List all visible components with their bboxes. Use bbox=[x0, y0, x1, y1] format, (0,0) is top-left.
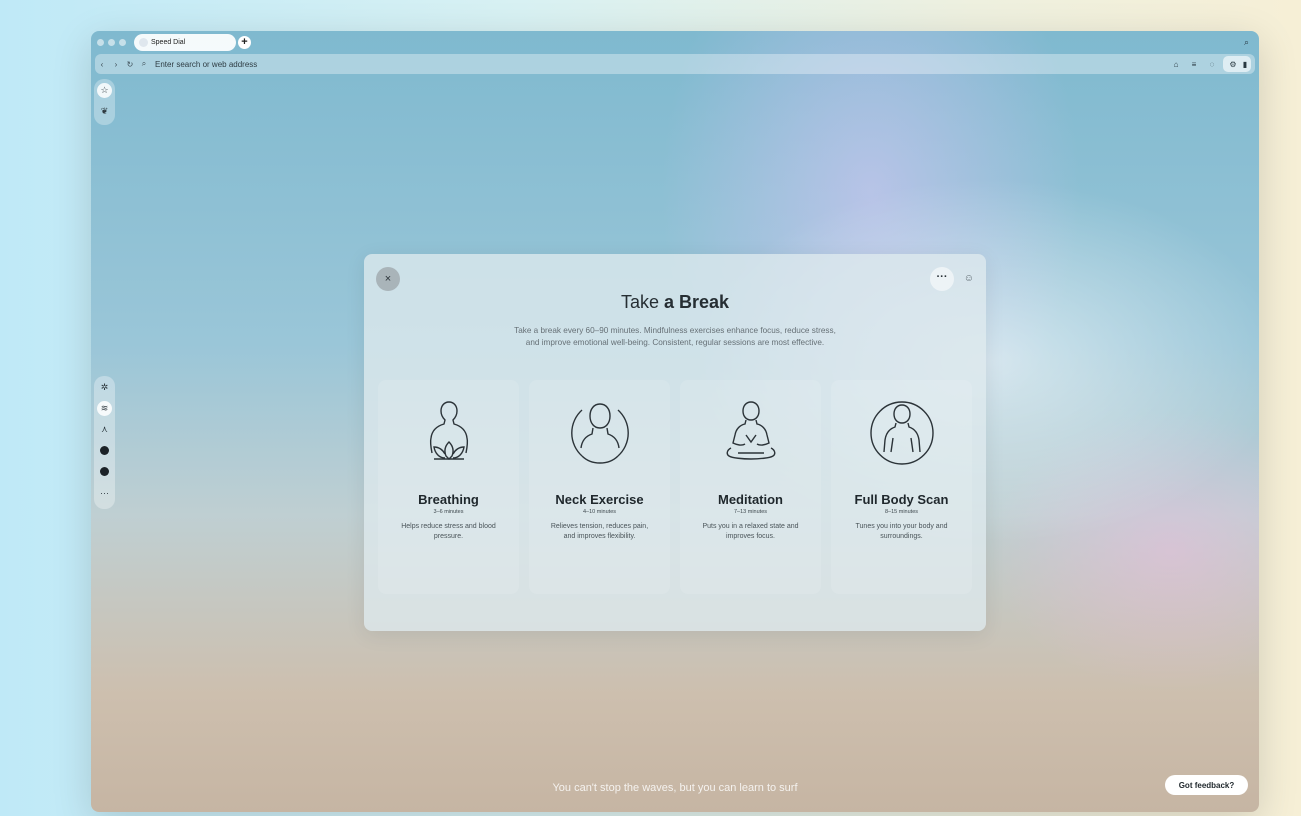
close-button[interactable]: × bbox=[376, 267, 400, 291]
profile-icon[interactable]: ◌ bbox=[1205, 56, 1219, 72]
feedback-button[interactable]: Got feedback? bbox=[1165, 775, 1248, 795]
home-icon[interactable]: ⌂ bbox=[1169, 56, 1183, 72]
address-input[interactable] bbox=[155, 59, 455, 69]
tab-speed-dial[interactable]: Speed Dial bbox=[134, 34, 236, 51]
title-bar: Speed Dial + ⌕ bbox=[91, 31, 1259, 53]
stream-icon[interactable]: ≋ bbox=[97, 401, 112, 416]
body-scan-icon bbox=[869, 401, 934, 465]
exercise-cards: Breathing 3–6 minutes Helps reduce stres… bbox=[378, 380, 972, 594]
card-meditation[interactable]: Meditation 7–13 minutes Puts you in a re… bbox=[680, 380, 821, 594]
browser-window: Speed Dial + ⌕ ‹ › ↻ ⌕ ⌂ ≡ ◌ ⚙ ▮ ☆ ❦ ✲ ≋… bbox=[91, 31, 1259, 812]
aria-icon[interactable]: ✲ bbox=[97, 380, 112, 395]
extensions-group: ⚙ ▮ bbox=[1223, 56, 1251, 72]
close-window-button[interactable] bbox=[97, 39, 104, 46]
speed-dial-icon[interactable]: ☆ bbox=[97, 83, 112, 98]
card-description: Tunes you into your body and surrounding… bbox=[855, 523, 948, 540]
minimize-window-button[interactable] bbox=[108, 39, 115, 46]
head-circle-icon bbox=[570, 403, 629, 464]
reload-icon[interactable]: ↻ bbox=[123, 60, 137, 69]
smile-icon[interactable]: ☺ bbox=[964, 273, 974, 284]
tab-title: Speed Dial bbox=[151, 39, 186, 46]
sidebar-messengers: ✲ ≋ ⋏ ··· bbox=[94, 376, 115, 509]
more-options-button[interactable]: ··· bbox=[930, 267, 954, 291]
forward-arrow-icon[interactable]: › bbox=[109, 60, 123, 69]
toolbar-right: ⌂ ≡ ◌ ⚙ ▮ bbox=[1169, 56, 1251, 72]
sidebar-top: ☆ ❦ bbox=[94, 79, 115, 125]
take-a-break-dialog: × ··· ☺ Take a Break Take a break every … bbox=[364, 254, 986, 631]
whatsapp-icon[interactable] bbox=[97, 464, 112, 479]
sidebar-more-icon[interactable]: ··· bbox=[97, 485, 112, 500]
menu-handle-icon[interactable]: ▮ bbox=[1242, 56, 1248, 72]
lotus-person-icon bbox=[429, 401, 468, 460]
card-description: Relieves tension, reduces pain, and impr… bbox=[550, 523, 649, 540]
settings-gear-icon[interactable]: ⚙ bbox=[1226, 56, 1240, 72]
new-tab-button[interactable]: + bbox=[238, 36, 251, 49]
back-arrow-icon[interactable]: ‹ bbox=[95, 60, 109, 69]
dialog-description: Take a break every 60–90 minutes. Mindfu… bbox=[514, 326, 836, 347]
wallpaper-quote: You can't stop the waves, but you can le… bbox=[552, 782, 798, 794]
card-description: Puts you in a relaxed state and improves… bbox=[702, 523, 799, 540]
card-neck-exercise[interactable]: Neck Exercise 4–10 minutes Relieves tens… bbox=[529, 380, 670, 594]
zoom-window-button[interactable] bbox=[119, 39, 126, 46]
messenger-icon[interactable] bbox=[97, 443, 112, 458]
card-full-body-scan[interactable]: Full Body Scan 8–15 minutes Tunes you in… bbox=[831, 380, 972, 594]
search-icon: ⌕ bbox=[141, 59, 147, 68]
address-bar: ‹ › ↻ ⌕ ⌂ ≡ ◌ ⚙ ▮ bbox=[95, 54, 1255, 74]
easy-setup-icon[interactable]: ≡ bbox=[1187, 56, 1201, 72]
meditating-person-icon bbox=[726, 401, 775, 460]
speed-dial-favicon-icon bbox=[139, 38, 148, 47]
tab-search-icon[interactable]: ⌕ bbox=[1244, 37, 1249, 48]
leaf-icon[interactable]: ❦ bbox=[97, 104, 112, 119]
card-breathing[interactable]: Breathing 3–6 minutes Helps reduce stres… bbox=[378, 380, 519, 594]
player-icon[interactable]: ⋏ bbox=[97, 422, 112, 437]
dialog-title: Take a Break bbox=[620, 292, 730, 312]
card-description: Helps reduce stress and blood pressure. bbox=[401, 523, 496, 540]
